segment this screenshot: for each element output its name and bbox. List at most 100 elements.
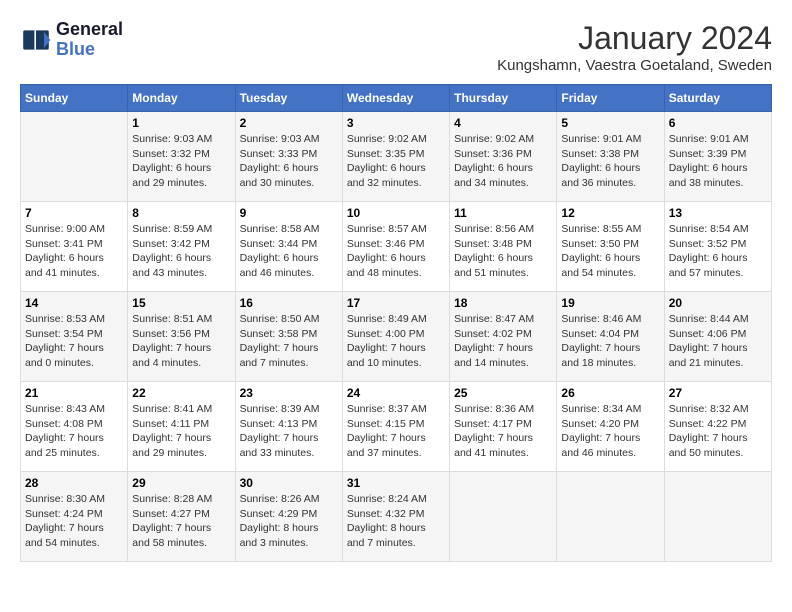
day-info: Sunrise: 8:55 AMSunset: 3:50 PMDaylight:… (561, 222, 659, 281)
header-row: SundayMondayTuesdayWednesdayThursdayFrid… (21, 85, 772, 112)
day-info: Sunrise: 8:56 AMSunset: 3:48 PMDaylight:… (454, 222, 552, 281)
day-number: 5 (561, 116, 659, 130)
calendar-cell: 12 Sunrise: 8:55 AMSunset: 3:50 PMDayligh… (557, 202, 664, 292)
day-number: 24 (347, 386, 445, 400)
week-row-4: 21 Sunrise: 8:43 AMSunset: 4:08 PMDayligh… (21, 382, 772, 472)
day-number: 19 (561, 296, 659, 310)
logo-line1: General (56, 20, 123, 40)
header-cell-thursday: Thursday (450, 85, 557, 112)
calendar-cell: 27Sunrise: 8:32 AMSunset: 4:22 PMDayligh… (664, 382, 771, 472)
day-number: 14 (25, 296, 123, 310)
day-number: 20 (669, 296, 767, 310)
day-info: Sunrise: 8:59 AMSunset: 3:42 PMDaylight:… (132, 222, 230, 281)
day-number: 13 (669, 206, 767, 220)
day-info: Sunrise: 8:51 AMSunset: 3:56 PMDaylight:… (132, 312, 230, 371)
week-row-3: 14 Sunrise: 8:53 AMSunset: 3:54 PMDayligh… (21, 292, 772, 382)
day-info: Sunrise: 8:58 AMSunset: 3:44 PMDaylight:… (240, 222, 338, 281)
calendar-cell: 26 Sunrise: 8:34 AMSunset: 4:20 PMDayligh… (557, 382, 664, 472)
day-number: 15 (132, 296, 230, 310)
header-cell-monday: Monday (128, 85, 235, 112)
day-info: Sunrise: 8:37 AMSunset: 4:15 PMDaylight:… (347, 402, 445, 461)
day-info: Sunrise: 8:54 AMSunset: 3:52 PMDaylight:… (669, 222, 767, 281)
day-number: 6 (669, 116, 767, 130)
day-info: Sunrise: 8:43 AMSunset: 4:08 PMDaylight:… (25, 402, 123, 461)
day-info: Sunrise: 8:53 AMSunset: 3:54 PMDaylight:… (25, 312, 123, 371)
calendar-cell: 21 Sunrise: 8:43 AMSunset: 4:08 PMDayligh… (21, 382, 128, 472)
calendar-cell: 13 Sunrise: 8:54 AMSunset: 3:52 PMDayligh… (664, 202, 771, 292)
day-number: 4 (454, 116, 552, 130)
day-info: Sunrise: 9:03 AMSunset: 3:33 PMDaylight:… (240, 132, 338, 191)
day-info: Sunrise: 8:39 AMSunset: 4:13 PMDaylight:… (240, 402, 338, 461)
header: General Blue January 2024 Kungshamn, Vae… (20, 20, 772, 74)
day-number: 31 (347, 476, 445, 490)
calendar-cell: 11Sunrise: 8:56 AMSunset: 3:48 PMDayligh… (450, 202, 557, 292)
logo-icon (20, 24, 52, 56)
header-cell-saturday: Saturday (664, 85, 771, 112)
header-cell-sunday: Sunday (21, 85, 128, 112)
day-number: 3 (347, 116, 445, 130)
day-info: Sunrise: 8:24 AMSunset: 4:32 PMDaylight:… (347, 492, 445, 551)
calendar-cell: 24 Sunrise: 8:37 AMSunset: 4:15 PMDayligh… (342, 382, 449, 472)
day-number: 25 (454, 386, 552, 400)
logo-text: General Blue (56, 20, 123, 60)
calendar-cell (664, 472, 771, 562)
day-info: Sunrise: 8:41 AMSunset: 4:11 PMDaylight:… (132, 402, 230, 461)
day-info: Sunrise: 9:02 AMSunset: 3:35 PMDaylight:… (347, 132, 445, 191)
calendar-cell: 14 Sunrise: 8:53 AMSunset: 3:54 PMDayligh… (21, 292, 128, 382)
day-number: 7 (25, 206, 123, 220)
calendar-cell: 2 Sunrise: 9:03 AMSunset: 3:33 PMDaylight… (235, 112, 342, 202)
day-info: Sunrise: 8:49 AMSunset: 4:00 PMDaylight:… (347, 312, 445, 371)
calendar-cell: 10 Sunrise: 8:57 AMSunset: 3:46 PMDayligh… (342, 202, 449, 292)
day-number: 10 (347, 206, 445, 220)
day-number: 2 (240, 116, 338, 130)
day-info: Sunrise: 8:28 AMSunset: 4:27 PMDaylight:… (132, 492, 230, 551)
month-year: January 2024 (497, 20, 772, 57)
day-number: 12 (561, 206, 659, 220)
calendar-cell: 22 Sunrise: 8:41 AMSunset: 4:11 PMDayligh… (128, 382, 235, 472)
calendar-cell: 6Sunrise: 9:01 AMSunset: 3:39 PMDaylight… (664, 112, 771, 202)
day-info: Sunrise: 9:02 AMSunset: 3:36 PMDaylight:… (454, 132, 552, 191)
logo-line2: Blue (56, 40, 123, 60)
week-row-5: 28Sunrise: 8:30 AMSunset: 4:24 PMDayligh… (21, 472, 772, 562)
day-info: Sunrise: 9:00 AMSunset: 3:41 PMDaylight:… (25, 222, 123, 281)
calendar-cell: 18Sunrise: 8:47 AMSunset: 4:02 PMDayligh… (450, 292, 557, 382)
header-cell-wednesday: Wednesday (342, 85, 449, 112)
day-number: 16 (240, 296, 338, 310)
day-info: Sunrise: 8:30 AMSunset: 4:24 PMDaylight:… (25, 492, 123, 551)
calendar-cell (557, 472, 664, 562)
calendar-cell: 1Sunrise: 9:03 AMSunset: 3:32 PMDaylight… (128, 112, 235, 202)
day-number: 29 (132, 476, 230, 490)
day-info: Sunrise: 8:50 AMSunset: 3:58 PMDaylight:… (240, 312, 338, 371)
day-info: Sunrise: 8:44 AMSunset: 4:06 PMDaylight:… (669, 312, 767, 371)
header-cell-friday: Friday (557, 85, 664, 112)
day-number: 26 (561, 386, 659, 400)
day-info: Sunrise: 8:34 AMSunset: 4:20 PMDaylight:… (561, 402, 659, 461)
day-number: 30 (240, 476, 338, 490)
calendar-cell (450, 472, 557, 562)
calendar-cell: 9 Sunrise: 8:58 AMSunset: 3:44 PMDaylight… (235, 202, 342, 292)
day-number: 27 (669, 386, 767, 400)
header-cell-tuesday: Tuesday (235, 85, 342, 112)
day-number: 23 (240, 386, 338, 400)
calendar-cell: 17 Sunrise: 8:49 AMSunset: 4:00 PMDayligh… (342, 292, 449, 382)
day-number: 17 (347, 296, 445, 310)
calendar-cell: 25Sunrise: 8:36 AMSunset: 4:17 PMDayligh… (450, 382, 557, 472)
logo: General Blue (20, 20, 123, 60)
day-number: 22 (132, 386, 230, 400)
day-info: Sunrise: 8:57 AMSunset: 3:46 PMDaylight:… (347, 222, 445, 281)
title-section: January 2024 Kungshamn, Vaestra Goetalan… (497, 20, 772, 74)
calendar-cell (21, 112, 128, 202)
day-number: 21 (25, 386, 123, 400)
week-row-2: 7 Sunrise: 9:00 AMSunset: 3:41 PMDaylight… (21, 202, 772, 292)
week-row-1: 1Sunrise: 9:03 AMSunset: 3:32 PMDaylight… (21, 112, 772, 202)
calendar-cell: 28Sunrise: 8:30 AMSunset: 4:24 PMDayligh… (21, 472, 128, 562)
day-info: Sunrise: 9:03 AMSunset: 3:32 PMDaylight:… (132, 132, 230, 191)
day-number: 8 (132, 206, 230, 220)
day-info: Sunrise: 8:46 AMSunset: 4:04 PMDaylight:… (561, 312, 659, 371)
day-number: 9 (240, 206, 338, 220)
calendar-cell: 4 Sunrise: 9:02 AMSunset: 3:36 PMDaylight… (450, 112, 557, 202)
calendar-cell: 7 Sunrise: 9:00 AMSunset: 3:41 PMDaylight… (21, 202, 128, 292)
calendar-cell: 19 Sunrise: 8:46 AMSunset: 4:04 PMDayligh… (557, 292, 664, 382)
day-info: Sunrise: 8:47 AMSunset: 4:02 PMDaylight:… (454, 312, 552, 371)
calendar-cell: 16 Sunrise: 8:50 AMSunset: 3:58 PMDayligh… (235, 292, 342, 382)
